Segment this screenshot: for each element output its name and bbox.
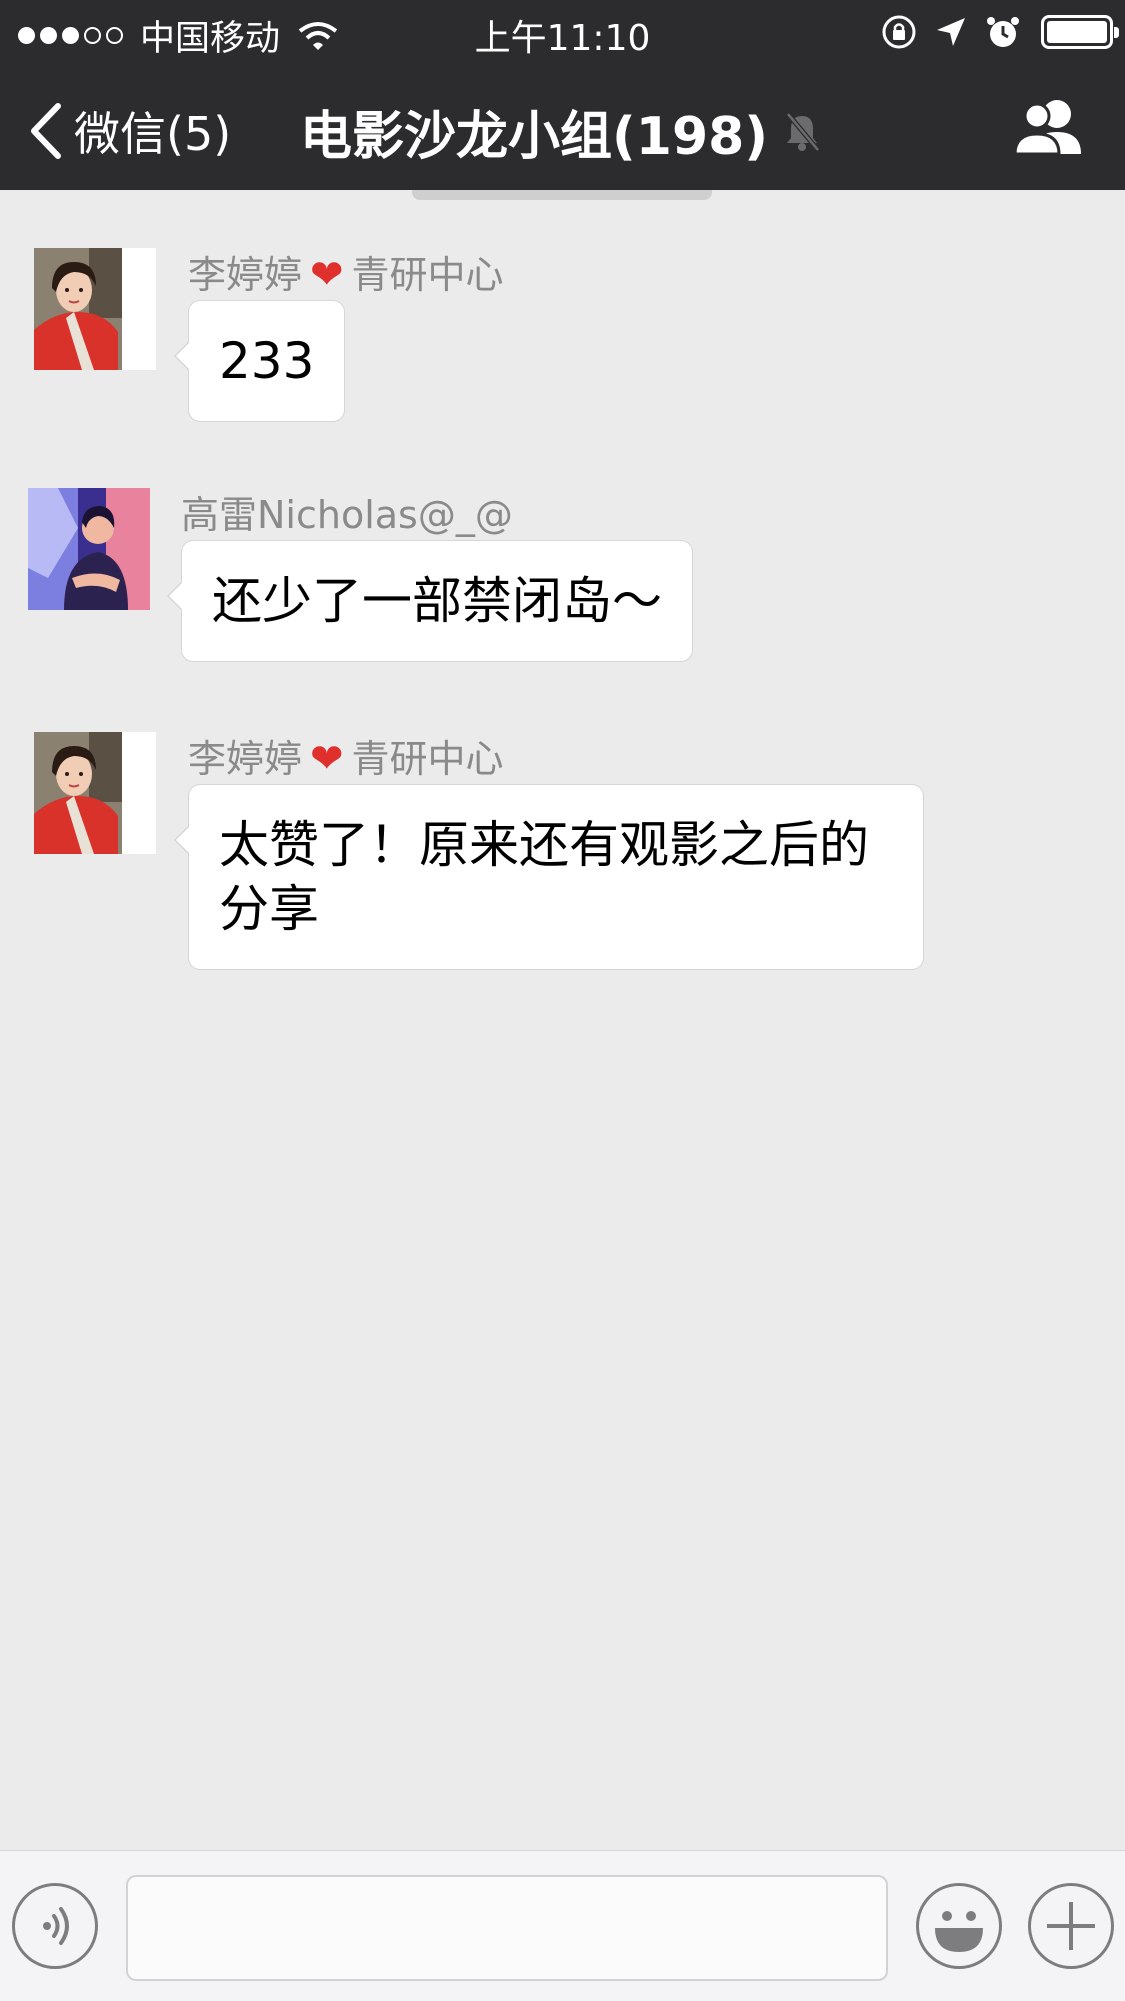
back-button[interactable]: 微信(5) <box>28 98 231 164</box>
sender-org-text: 青研中心 <box>351 737 504 781</box>
top-bar: 中国移动 上午11:10 微信(5) 电影沙龙小组(198) <box>0 0 1125 190</box>
message-item: 李婷婷 ❤ 青研中心 233 <box>0 190 1125 440</box>
navigation-bar: 微信(5) 电影沙龙小组(198) <box>0 64 1125 190</box>
sender-name: 高雷Nicholas@_@ <box>181 484 513 539</box>
sender-name-text: 李婷婷 <box>188 253 303 297</box>
chevron-left-icon <box>31 103 61 159</box>
message-input[interactable] <box>126 1875 888 1981</box>
voice-button[interactable] <box>12 1883 98 1969</box>
sender-name: 李婷婷 ❤ 青研中心 <box>188 728 504 783</box>
message-item: 高雷Nicholas@_@ 还少了一部禁闭岛～ <box>0 440 1125 680</box>
back-label: 微信(5) <box>74 107 232 161</box>
emoji-icon <box>935 1911 983 1952</box>
message-list: 李婷婷 ❤ 青研中心 233 高雷Nicholas@_@ 还少了一部禁闭岛～ 李… <box>0 190 1125 1850</box>
message-text: 233 <box>219 332 315 390</box>
message-bubble[interactable]: 233 <box>173 300 346 422</box>
location-icon <box>937 18 965 46</box>
more-button[interactable] <box>1028 1883 1114 1969</box>
status-bar: 中国移动 上午11:10 <box>0 0 1125 64</box>
heart-icon: ❤ <box>310 736 344 782</box>
voice-icon <box>43 1907 69 1945</box>
battery-icon <box>1041 15 1119 49</box>
rotation-lock-icon <box>882 15 916 49</box>
message-text: 还少了一部禁闭岛～ <box>212 572 662 630</box>
plus-icon <box>1047 1902 1095 1950</box>
sender-name-text: 高雷Nicholas@_@ <box>181 493 513 537</box>
group-icon[interactable] <box>1013 96 1087 158</box>
message-bubble[interactable]: 还少了一部禁闭岛～ <box>167 540 693 662</box>
message-text-line: 分享 <box>219 880 319 938</box>
sender-name-text: 李婷婷 <box>188 737 303 781</box>
chat-title-area: 电影沙龙小组(198) <box>300 94 822 169</box>
sender-name: 李婷婷 ❤ 青研中心 <box>188 244 504 299</box>
alarm-icon <box>987 17 1019 47</box>
message-bubble[interactable]: 太赞了！原来还有观影之后的 分享 <box>174 784 924 970</box>
avatar[interactable] <box>34 248 156 370</box>
chat-title: 电影沙龙小组(198) <box>300 107 769 167</box>
input-toolbar <box>0 1850 1125 2001</box>
avatar[interactable] <box>28 488 150 610</box>
emoji-button[interactable] <box>916 1883 1002 1969</box>
message-item: 李婷婷 ❤ 青研中心 太赞了！原来还有观影之后的 分享 <box>0 680 1125 980</box>
message-text-line: 太赞了！原来还有观影之后的 <box>219 816 869 874</box>
bell-muted-icon <box>786 111 820 152</box>
sender-org-text: 青研中心 <box>351 253 504 297</box>
avatar[interactable] <box>34 732 156 854</box>
heart-icon: ❤ <box>310 252 344 298</box>
